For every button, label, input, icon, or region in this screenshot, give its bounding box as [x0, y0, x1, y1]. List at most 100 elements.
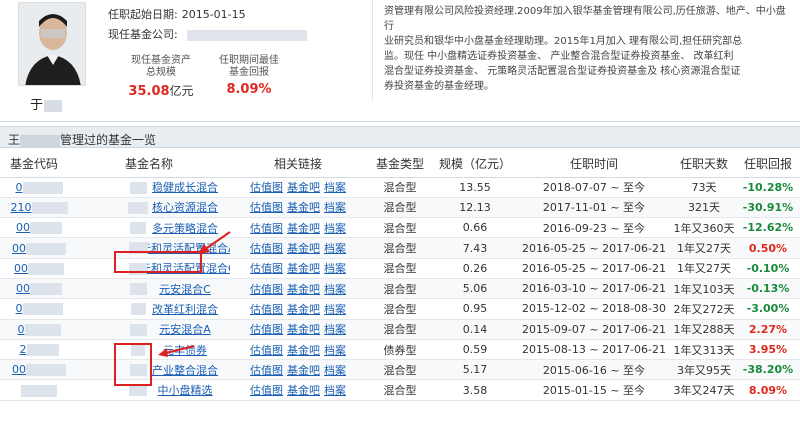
- fund-name-link[interactable]: 中小盘精选: [158, 384, 213, 397]
- fund-name-cell[interactable]: 核心资源混合: [68, 197, 230, 219]
- valuation-chart-link[interactable]: 估值图: [250, 364, 283, 377]
- table-row[interactable]: 0 改革红利混合 估值图 基金吧 档案 混合型 0.95 2015-12-02 ~ 2018-…: [0, 298, 800, 320]
- fund-profile-link[interactable]: 档案: [324, 384, 346, 397]
- valuation-chart-link[interactable]: 估值图: [250, 242, 283, 255]
- fund-name-cell[interactable]: 元安混合A: [68, 319, 230, 340]
- header-size[interactable]: 规模（亿元）: [434, 150, 516, 178]
- fund-code-cell[interactable]: 00: [0, 278, 68, 300]
- valuation-chart-link[interactable]: 估值图: [250, 201, 283, 214]
- fund-type-cell: 混合型: [366, 217, 434, 239]
- fund-forum-link[interactable]: 基金吧: [287, 262, 320, 275]
- fund-name-link[interactable]: 核心资源混合: [152, 201, 218, 214]
- header-tenure-period[interactable]: 任职时间: [516, 150, 672, 178]
- table-row[interactable]: 00 元安混合C 估值图 基金吧 档案 混合型 5.06 2016-03-10 ~ 2017-…: [0, 278, 800, 300]
- fund-name-cell[interactable]: 改革红利混合: [68, 298, 230, 320]
- code-redaction: [26, 344, 59, 357]
- table-row[interactable]: 0 元安混合A 估值图 基金吧 档案 混合型 0.14 2015-09-07 ~ 2017-0…: [0, 319, 800, 340]
- fund-code-cell[interactable]: 0: [0, 319, 68, 340]
- header-fund-type[interactable]: 基金类型: [366, 150, 434, 178]
- fund-code-link[interactable]: 00: [12, 363, 26, 376]
- fund-forum-link[interactable]: 基金吧: [287, 242, 320, 255]
- bio-line: 监。现任 中小盘精选证券投资基金、 产业整合混合型证券投资基金、 改革红利: [384, 51, 734, 62]
- fund-profile-link[interactable]: 档案: [324, 201, 346, 214]
- valuation-chart-link[interactable]: 估值图: [250, 384, 283, 397]
- fund-name-cell[interactable]: 稳健成长混合: [68, 177, 230, 198]
- fund-forum-link[interactable]: 基金吧: [287, 181, 320, 194]
- annotation-arrow-2: [158, 345, 195, 357]
- tenure-days-cell: 3年又95天: [672, 359, 736, 381]
- name-redaction: [129, 384, 147, 397]
- fund-name-link[interactable]: 产业整合混合: [152, 364, 218, 377]
- fund-code-cell[interactable]: 00: [0, 217, 68, 239]
- fund-profile-link[interactable]: 档案: [324, 222, 346, 235]
- fund-code-link[interactable]: 0: [16, 302, 23, 315]
- valuation-chart-link[interactable]: 估值图: [250, 181, 283, 194]
- valuation-chart-link[interactable]: 估值图: [250, 262, 283, 275]
- top-divider: [0, 121, 800, 122]
- fund-code-cell[interactable]: 00: [0, 258, 68, 279]
- bio-line: 券投资基金的基金经理。: [384, 81, 494, 92]
- fund-code-cell[interactable]: 0: [0, 177, 68, 198]
- fund-code-link[interactable]: 00: [16, 282, 30, 295]
- fund-code-cell[interactable]: [0, 379, 68, 401]
- header-fund-name[interactable]: 基金名称: [68, 150, 230, 178]
- fund-profile-link[interactable]: 档案: [324, 283, 346, 296]
- code-redaction: [30, 283, 62, 296]
- tenure-period-cell: 2018-07-07 ~ 至今: [516, 177, 672, 198]
- fund-forum-link[interactable]: 基金吧: [287, 283, 320, 296]
- tenure-days-cell: 2年又272天: [672, 298, 736, 320]
- fund-forum-link[interactable]: 基金吧: [287, 364, 320, 377]
- fund-forum-link[interactable]: 基金吧: [287, 201, 320, 214]
- fund-profile-link[interactable]: 档案: [324, 303, 346, 316]
- tenure-return-cell: 3.95%: [736, 339, 800, 361]
- fund-code-cell[interactable]: 2: [0, 339, 68, 361]
- fund-code-link[interactable]: 00: [12, 242, 26, 255]
- header-tenure-return[interactable]: 任职回报: [736, 150, 800, 178]
- header-fund-code[interactable]: 基金代码: [0, 150, 68, 178]
- fund-code-cell[interactable]: 00: [0, 359, 68, 381]
- fund-code-link[interactable]: 0: [16, 181, 23, 194]
- table-row[interactable]: 210 核心资源混合 估值图 基金吧 档案 混合型 12.13 2017-11-01 ~ 至今…: [0, 197, 800, 219]
- fund-forum-link[interactable]: 基金吧: [287, 384, 320, 397]
- fund-forum-link[interactable]: 基金吧: [287, 344, 320, 357]
- fund-size-cell: 0.26: [434, 258, 516, 279]
- annotation-box-2: [114, 343, 152, 386]
- valuation-chart-link[interactable]: 估值图: [250, 344, 283, 357]
- fund-name-link[interactable]: 稳健成长混合: [152, 181, 218, 194]
- best-return-value: 8.09%: [226, 82, 272, 97]
- fund-name-link[interactable]: 元安混合C: [159, 283, 211, 296]
- stat-best-return: 任职期间最佳 基金回报 8.09%: [208, 55, 290, 97]
- fund-name-link[interactable]: 改革红利混合: [152, 303, 218, 316]
- valuation-chart-link[interactable]: 估值图: [250, 283, 283, 296]
- fund-profile-link[interactable]: 档案: [324, 181, 346, 194]
- fund-code-link[interactable]: 0: [18, 323, 25, 336]
- fund-code-cell[interactable]: 00: [0, 237, 68, 259]
- fund-profile-link[interactable]: 档案: [324, 242, 346, 255]
- valuation-chart-link[interactable]: 估值图: [250, 323, 283, 336]
- fund-name-cell[interactable]: 元安混合C: [68, 278, 230, 300]
- fund-code-link[interactable]: 210: [11, 201, 32, 214]
- fund-profile-link[interactable]: 档案: [324, 364, 346, 377]
- fund-code-link[interactable]: 00: [14, 262, 28, 275]
- valuation-chart-link[interactable]: 估值图: [250, 222, 283, 235]
- header-tenure-days[interactable]: 任职天数: [672, 150, 736, 178]
- fund-code-link[interactable]: 00: [16, 221, 30, 234]
- fund-forum-link[interactable]: 基金吧: [287, 303, 320, 316]
- tenure-return-cell: -12.62%: [736, 217, 800, 239]
- manager-bio: 资管理有限公司风险投资经理.2009年加入银华基金管理有限公司,历任旅游、地产、…: [384, 4, 792, 94]
- table-row[interactable]: 0 稳健成长混合 估值图 基金吧 档案 混合型 13.55 2018-07-07 ~ 至今 73…: [0, 177, 800, 198]
- fund-profile-link[interactable]: 档案: [324, 344, 346, 357]
- fund-code-cell[interactable]: 0: [0, 298, 68, 320]
- fund-forum-link[interactable]: 基金吧: [287, 222, 320, 235]
- valuation-chart-link[interactable]: 估值图: [250, 303, 283, 316]
- fund-code-cell[interactable]: 210: [0, 197, 68, 219]
- fund-profile-link[interactable]: 档案: [324, 262, 346, 275]
- bio-line: 业研究员和银华中小盘基金经理助理。2015年1月加入 理有限公司,担任研究部总: [384, 36, 743, 47]
- table-row[interactable]: 00 多元策略混合 估值图 基金吧 档案 混合型 0.66 2016-09-23 ~ 至今 1年…: [0, 217, 800, 239]
- fund-code-link[interactable]: 2: [20, 343, 27, 356]
- fund-name-link[interactable]: 元安混合A: [159, 323, 211, 336]
- title-redaction: [20, 134, 61, 147]
- fund-profile-link[interactable]: 档案: [324, 323, 346, 336]
- tenure-period-cell: 2015-09-07 ~ 2017-06-21: [516, 319, 672, 340]
- fund-forum-link[interactable]: 基金吧: [287, 323, 320, 336]
